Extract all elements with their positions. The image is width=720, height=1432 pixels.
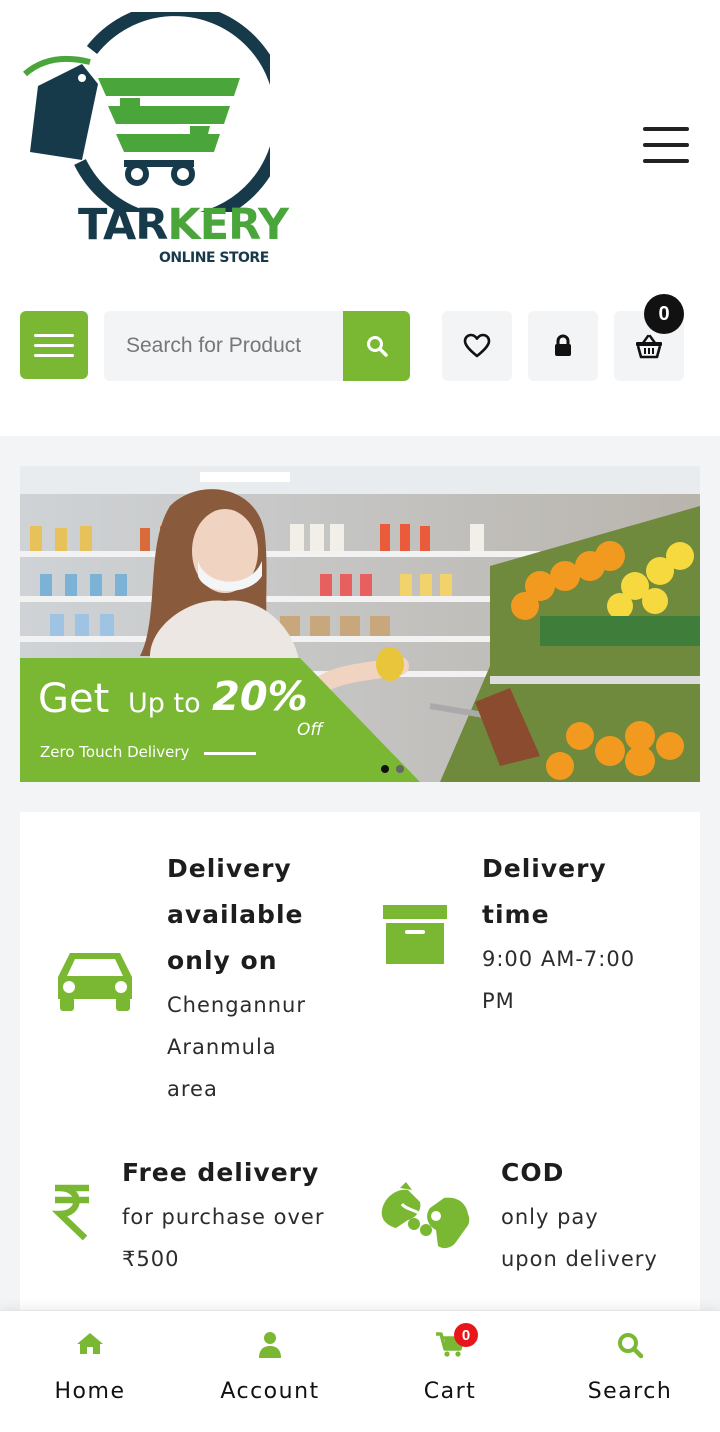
feature-delivery-time-desc: 9:00 AM-7:00 PM bbox=[482, 938, 635, 1022]
banner-upto-text: Up to bbox=[128, 688, 201, 719]
logo-cart-icon bbox=[23, 3, 288, 229]
feature-title-line: Delivery bbox=[167, 854, 292, 883]
banner-image bbox=[20, 466, 700, 782]
feature-desc-line: only pay bbox=[501, 1205, 599, 1229]
feature-delivery-area-desc: Chengannur Aranmula area bbox=[167, 984, 306, 1110]
main-content: Get Up to 20% Off Zero Touch Delivery De… bbox=[0, 436, 720, 1432]
heart-icon bbox=[463, 333, 491, 358]
search-icon bbox=[618, 1333, 644, 1359]
rupee-icon bbox=[52, 1184, 89, 1240]
feature-cod-title: COD bbox=[501, 1150, 564, 1196]
lock-icon bbox=[555, 334, 571, 356]
bottom-navigation: Home Account Cart 0 Search bbox=[0, 1310, 720, 1432]
promo-banner[interactable]: Get Up to 20% Off Zero Touch Delivery bbox=[20, 466, 700, 782]
banner-off-text: Off bbox=[297, 720, 323, 740]
site-header: TARKERY ONLINE STORE bbox=[0, 0, 720, 290]
feature-desc-line: Aranmula bbox=[167, 1035, 277, 1059]
wishlist-button[interactable] bbox=[442, 311, 512, 381]
brand-name-part2: KERY bbox=[167, 200, 289, 250]
carousel-dot-2[interactable] bbox=[396, 765, 404, 773]
feature-title-line: COD bbox=[501, 1158, 565, 1187]
feature-desc-line: Chengannur bbox=[167, 993, 306, 1017]
nav-account-label: Account bbox=[220, 1379, 320, 1404]
nav-search[interactable]: Search bbox=[540, 1311, 720, 1432]
login-button[interactable] bbox=[528, 311, 598, 381]
feature-title-line: Delivery bbox=[482, 854, 607, 883]
toolbar: 0 bbox=[0, 290, 720, 436]
brand-logo[interactable]: TARKERY ONLINE STORE bbox=[20, 3, 289, 272]
cart-count-badge: 0 bbox=[644, 294, 684, 334]
search-button[interactable] bbox=[343, 311, 410, 381]
feature-delivery-area-title: Delivery available only on bbox=[167, 846, 303, 984]
car-icon bbox=[58, 953, 132, 1011]
feature-desc-line: 9:00 AM-7:00 bbox=[482, 947, 636, 971]
nav-cart-badge: 0 bbox=[454, 1323, 478, 1347]
feature-free-delivery-desc: for purchase over ₹500 bbox=[122, 1196, 324, 1280]
handshake-icon bbox=[381, 1182, 470, 1249]
brand-name-part1: TAR bbox=[78, 200, 168, 250]
search-icon bbox=[366, 336, 388, 357]
nav-home-label: Home bbox=[54, 1379, 126, 1404]
feature-desc-line: PM bbox=[482, 989, 515, 1013]
feature-title-line: Free delivery bbox=[122, 1158, 320, 1187]
feature-title-line: time bbox=[482, 900, 550, 929]
features-panel: Delivery available only on Chengannur Ar… bbox=[20, 812, 700, 1332]
nav-search-label: Search bbox=[587, 1379, 673, 1404]
nav-cart-label: Cart bbox=[423, 1379, 477, 1404]
carousel-dot-1[interactable] bbox=[381, 765, 389, 773]
feature-free-delivery-title: Free delivery bbox=[122, 1150, 319, 1196]
category-menu-button[interactable] bbox=[20, 311, 88, 379]
feature-title-line: available bbox=[167, 900, 304, 929]
banner-tagline: Zero Touch Delivery bbox=[40, 743, 190, 761]
hamburger-icon bbox=[34, 334, 74, 337]
hamburger-icon bbox=[643, 127, 689, 131]
feature-desc-line: ₹500 bbox=[122, 1247, 180, 1271]
feature-desc-line: area bbox=[167, 1077, 218, 1101]
banner-percent-text: 20% bbox=[212, 674, 308, 720]
feature-cod-desc: only pay upon delivery bbox=[501, 1196, 658, 1280]
nav-home[interactable]: Home bbox=[0, 1311, 180, 1432]
search-field bbox=[104, 311, 344, 381]
feature-delivery-time-title: Delivery time bbox=[482, 846, 607, 938]
main-menu-button[interactable] bbox=[643, 127, 689, 165]
brand-tagline: ONLINE STORE bbox=[159, 250, 269, 266]
search-input[interactable] bbox=[104, 311, 344, 381]
feature-title-line: only on bbox=[167, 946, 278, 975]
home-icon bbox=[77, 1333, 103, 1354]
feature-desc-line: for purchase over bbox=[122, 1205, 325, 1229]
brand-name: TARKERY bbox=[78, 204, 289, 247]
feature-desc-line: upon delivery bbox=[501, 1247, 658, 1271]
archive-box-icon bbox=[383, 905, 447, 964]
banner-divider bbox=[204, 752, 256, 755]
nav-cart[interactable]: Cart bbox=[360, 1311, 540, 1432]
user-icon bbox=[259, 1332, 281, 1358]
basket-icon bbox=[636, 334, 662, 359]
nav-account[interactable]: Account bbox=[180, 1311, 360, 1432]
banner-get-text: Get bbox=[38, 676, 110, 722]
